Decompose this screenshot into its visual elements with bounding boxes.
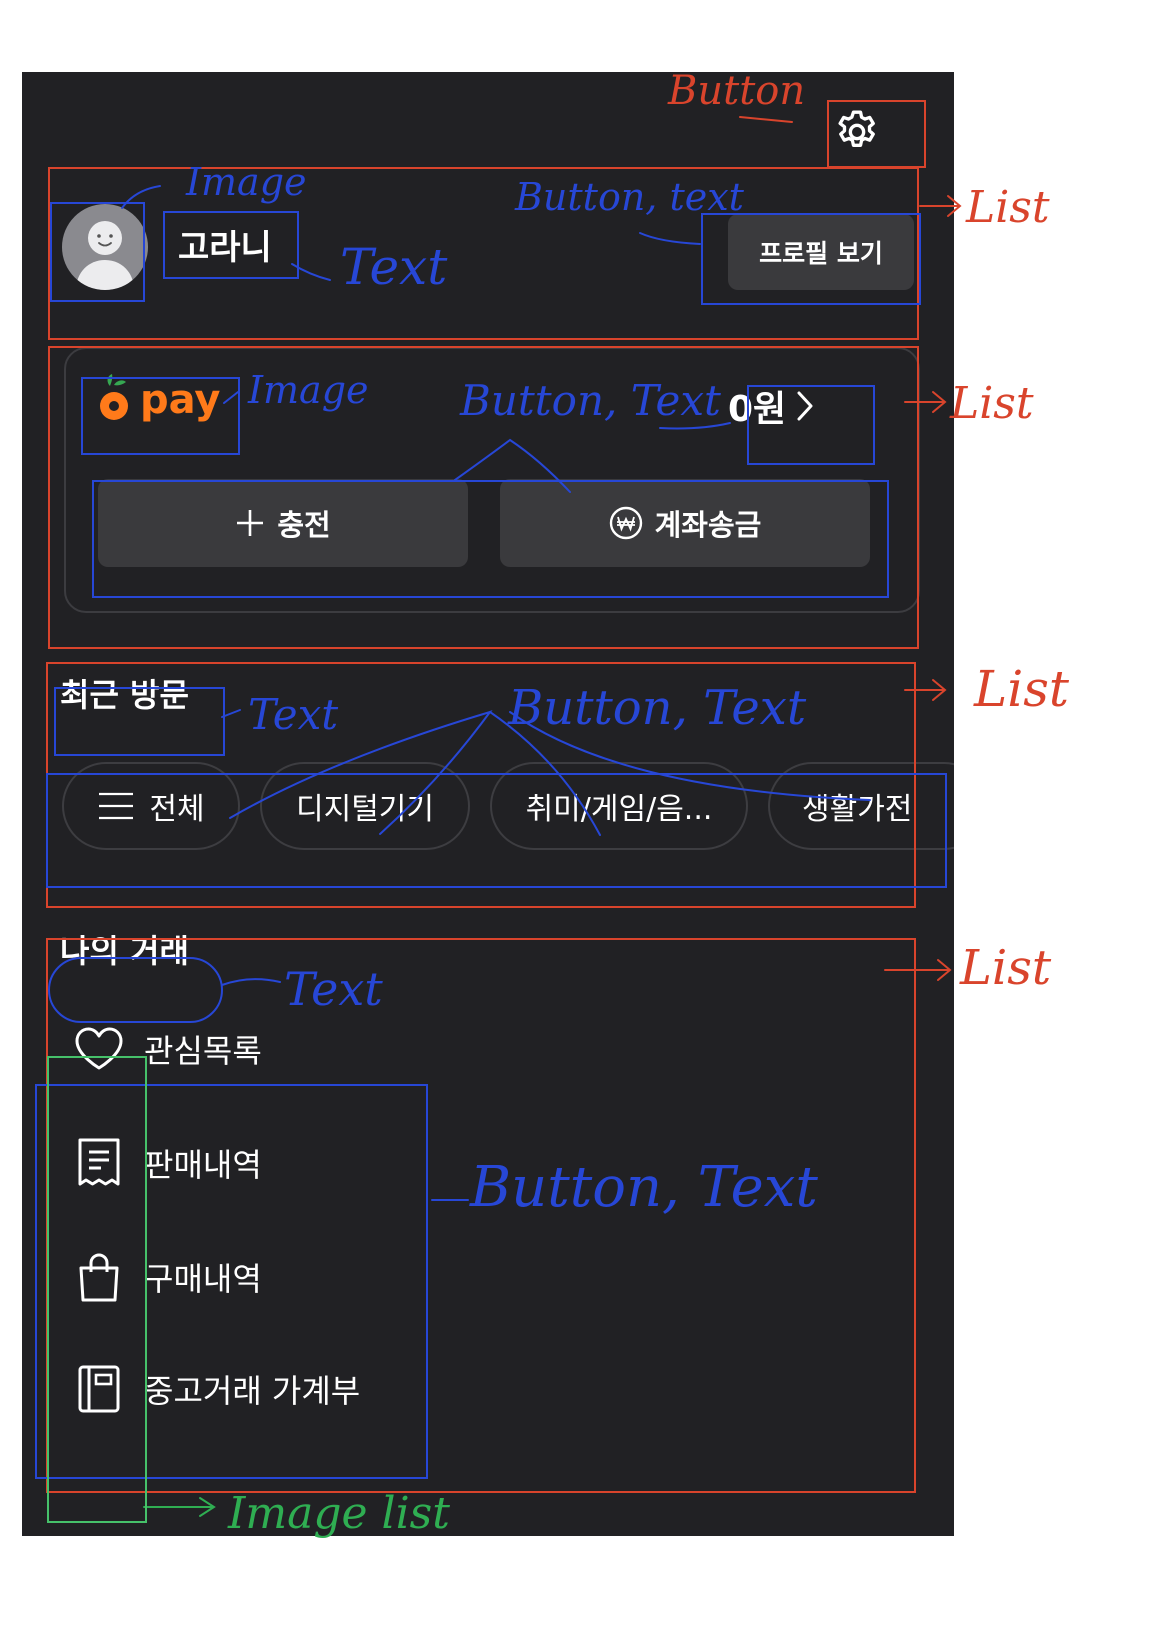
annotation-box-pay-logo bbox=[81, 377, 240, 455]
annotation-box-chips bbox=[46, 773, 947, 888]
annotation-label-button-text-4: Button, Text bbox=[470, 1155, 818, 1220]
annotation-box-name bbox=[163, 211, 299, 279]
annotation-label-image-2: Image bbox=[248, 368, 369, 412]
annotation-label-button-text-3: Button, Text bbox=[508, 680, 807, 736]
annotation-label-button-text-2: Button, Text bbox=[460, 376, 721, 425]
annotation-label-list-3: List bbox=[974, 660, 1069, 718]
annotation-label-list-4: List bbox=[960, 940, 1052, 996]
annotation-box-profile-btn bbox=[701, 213, 921, 305]
annotation-label-list-1: List bbox=[966, 182, 1050, 233]
annotation-box-recent-title bbox=[54, 687, 225, 756]
annotation-box-balance bbox=[747, 385, 875, 465]
annotation-label-button: Button bbox=[668, 68, 806, 114]
annotation-label-button-text-1: Button, text bbox=[515, 175, 744, 219]
annotation-label-text-1: Text bbox=[340, 238, 448, 296]
annotation-label-text-2: Text bbox=[248, 690, 339, 739]
annotation-label-text-3: Text bbox=[284, 962, 383, 1016]
annotation-box-trade-title bbox=[48, 957, 223, 1023]
annotation-box-avatar bbox=[50, 202, 145, 302]
annotation-label-image-1: Image bbox=[186, 160, 307, 204]
annotation-box-icon-list bbox=[47, 1056, 147, 1523]
annotation-box-settings bbox=[827, 100, 926, 168]
annotation-label-list-2: List bbox=[950, 378, 1034, 429]
annotation-label-image-list: Image list bbox=[228, 1488, 450, 1539]
annotation-box-pay-actions bbox=[92, 480, 889, 598]
